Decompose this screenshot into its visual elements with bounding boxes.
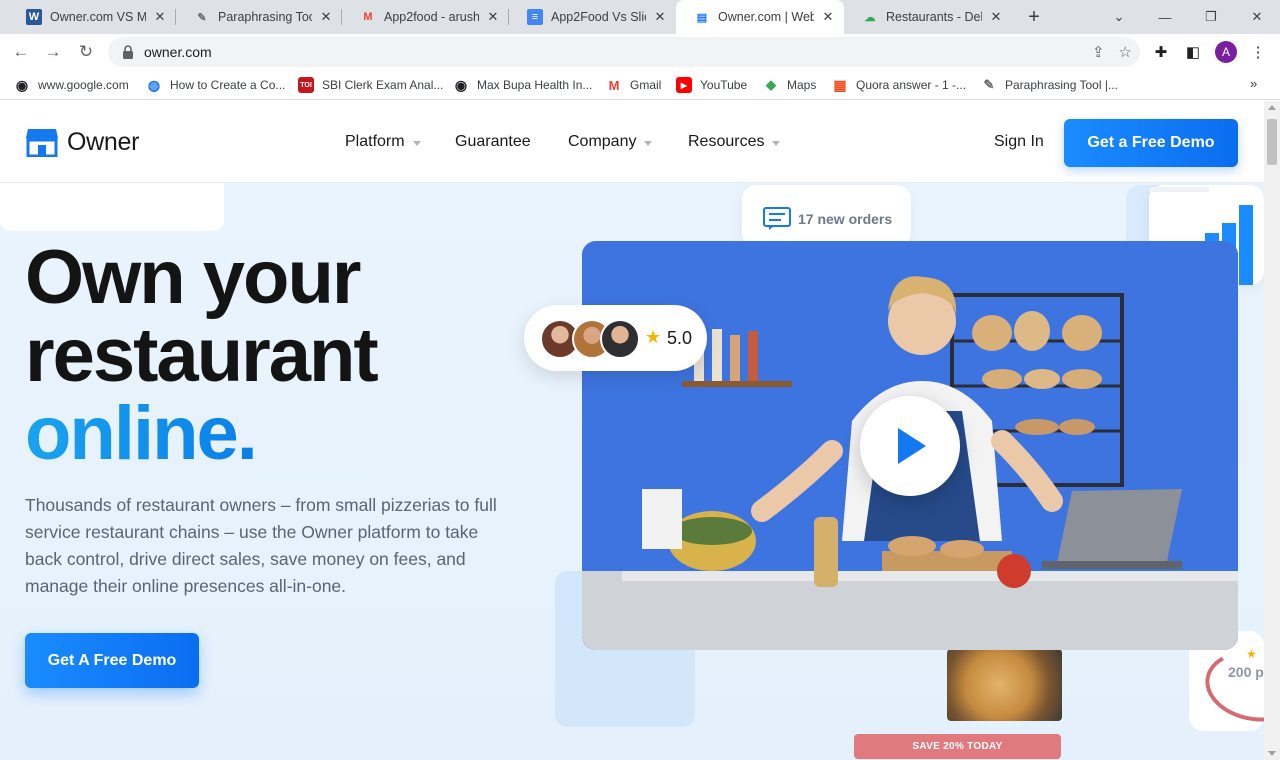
quill-icon: ✎ — [983, 77, 995, 92]
bookmark-item[interactable]: ✎ Paraphrasing Tool |... — [981, 76, 1118, 94]
word-doc-icon: W — [26, 9, 42, 25]
bookmarks-overflow-icon[interactable]: » — [1250, 76, 1257, 91]
scroll-down-icon[interactable] — [1268, 751, 1276, 756]
receipt-icon — [763, 207, 791, 230]
tab-0[interactable]: W Owner.com VS Mer ✕ — [8, 0, 176, 34]
reviewer-avatar — [600, 319, 640, 359]
close-tab-icon[interactable]: ✕ — [652, 9, 668, 25]
tab-search-icon[interactable]: ⌄ — [1096, 0, 1142, 34]
tab-5[interactable]: ☁ Restaurants - Delive ✕ — [844, 0, 1012, 34]
tab-1[interactable]: ✎ Paraphrasing Tool - ✕ — [176, 0, 342, 34]
nav-resources[interactable]: Resources — [688, 133, 781, 151]
youtube-icon: ▶ — [676, 77, 692, 93]
gmail-icon: M — [608, 77, 620, 93]
chevron-down-icon — [644, 140, 653, 146]
bookmark-item[interactable]: TOI SBI Clerk Exam Anal... — [298, 76, 443, 94]
globe-icon: ◉ — [454, 76, 468, 93]
restore-button[interactable]: ❐ — [1188, 0, 1234, 34]
new-tab-button[interactable]: + — [1022, 4, 1046, 30]
reload-button[interactable]: ↻ — [73, 39, 99, 65]
tab-4-active[interactable]: ▤ Owner.com | Websi ✕ — [676, 0, 844, 34]
chevron-down-icon — [772, 140, 781, 146]
bookmark-item[interactable]: ◉ Max Bupa Health In... — [453, 76, 593, 94]
extensions-puzzle-icon[interactable]: ✚ — [1148, 39, 1174, 65]
chevron-down-icon — [412, 140, 421, 146]
globe-icon: ◉ — [15, 76, 29, 93]
save-promo-button[interactable]: SAVE 20% TODAY — [854, 734, 1061, 759]
scroll-thumb[interactable] — [1267, 119, 1277, 165]
close-tab-icon[interactable]: ✕ — [820, 9, 836, 25]
close-tab-icon[interactable]: ✕ — [485, 9, 501, 25]
page-scrollbar[interactable] — [1264, 101, 1280, 760]
edge-icon: ◍ — [147, 76, 161, 93]
owner-store-icon: ▤ — [696, 11, 708, 24]
bookmarks-bar: ◉ www.google.com ◍ How to Create a Co...… — [0, 70, 1280, 100]
rating-badge: ★ 5.0 — [524, 305, 707, 371]
sign-in-link[interactable]: Sign In — [994, 133, 1044, 151]
url-text[interactable]: owner.com — [144, 44, 212, 60]
gmail-icon: M — [363, 11, 373, 23]
nav-guarantee[interactable]: Guarantee — [455, 133, 531, 151]
bookmark-item[interactable]: M Gmail — [606, 76, 662, 94]
menu-kebab-icon[interactable]: ⋮ — [1245, 39, 1271, 65]
nav-platform[interactable]: Platform — [345, 133, 421, 151]
close-window-button[interactable]: ✕ — [1234, 0, 1280, 34]
profile-avatar[interactable]: A — [1215, 41, 1237, 63]
brand-name: Owner — [67, 127, 140, 156]
quill-icon: ✎ — [197, 11, 207, 24]
hero-heading: Own your restaurant online. — [25, 235, 379, 476]
storefront-icon — [26, 129, 58, 157]
bookmark-item[interactable]: ◆ Maps — [763, 76, 816, 94]
office-icon: ▦ — [833, 76, 847, 93]
close-tab-icon[interactable]: ✕ — [988, 9, 1004, 25]
tab-3[interactable]: ≡ App2Food Vs Slice ✕ — [509, 0, 676, 34]
play-icon — [898, 428, 926, 464]
scroll-up-icon[interactable] — [1268, 105, 1276, 110]
play-button[interactable] — [860, 396, 960, 496]
site-header: Owner Platform Guarantee Company Resourc… — [0, 101, 1264, 183]
bookmark-item[interactable]: ◍ How to Create a Co... — [146, 76, 286, 94]
maps-icon: ◆ — [766, 77, 776, 92]
bookmark-star-icon[interactable]: ☆ — [1119, 43, 1132, 61]
hero-subtitle: Thousands of restaurant owners – from sm… — [25, 495, 497, 596]
share-icon[interactable]: ⇪ — [1092, 43, 1105, 61]
side-panel-icon[interactable]: ◧ — [1180, 39, 1206, 65]
back-button[interactable]: ← — [8, 39, 34, 65]
pizza-image — [947, 649, 1062, 721]
close-tab-icon[interactable]: ✕ — [318, 9, 334, 25]
forward-button[interactable]: → — [40, 39, 66, 65]
browser-toolbar: ← → ↻ owner.com ⇪ ☆ ✚ ◧ ⋮ — [0, 34, 1280, 70]
web-page: 17 new orders SAVE 20% TODAY ★ 200 p Own… — [0, 101, 1264, 760]
bookmark-item[interactable]: ◉ www.google.com — [14, 76, 129, 94]
tab-2[interactable]: M App2food - arushib ✕ — [342, 0, 509, 34]
tab-strip: W Owner.com VS Mer ✕ ✎ Paraphrasing Tool… — [0, 0, 1280, 34]
get-free-demo-button[interactable]: Get a Free Demo — [1064, 119, 1238, 167]
toi-icon: TOI — [298, 77, 314, 93]
nav-company[interactable]: Company — [568, 133, 653, 151]
minimize-button[interactable]: — — [1142, 0, 1188, 34]
restaurant-icon: ☁ — [864, 11, 876, 24]
star-icon: ★ — [645, 327, 662, 347]
address-bar[interactable]: owner.com ⇪ ☆ — [108, 37, 1140, 67]
rating-value: 5.0 — [667, 328, 693, 348]
new-orders-label: 17 new orders — [798, 211, 893, 227]
docs-icon: ≡ — [527, 9, 543, 25]
bookmark-item[interactable]: ▦ Quora answer - 1 -... — [832, 76, 966, 94]
orders-card: 17 new orders — [742, 185, 911, 247]
bookmark-item[interactable]: ▶ YouTube — [676, 76, 747, 94]
lock-icon[interactable] — [122, 45, 134, 59]
close-tab-icon[interactable]: ✕ — [152, 9, 168, 25]
hero-demo-button[interactable]: Get A Free Demo — [25, 633, 199, 688]
owner-logo[interactable]: Owner — [25, 127, 139, 157]
